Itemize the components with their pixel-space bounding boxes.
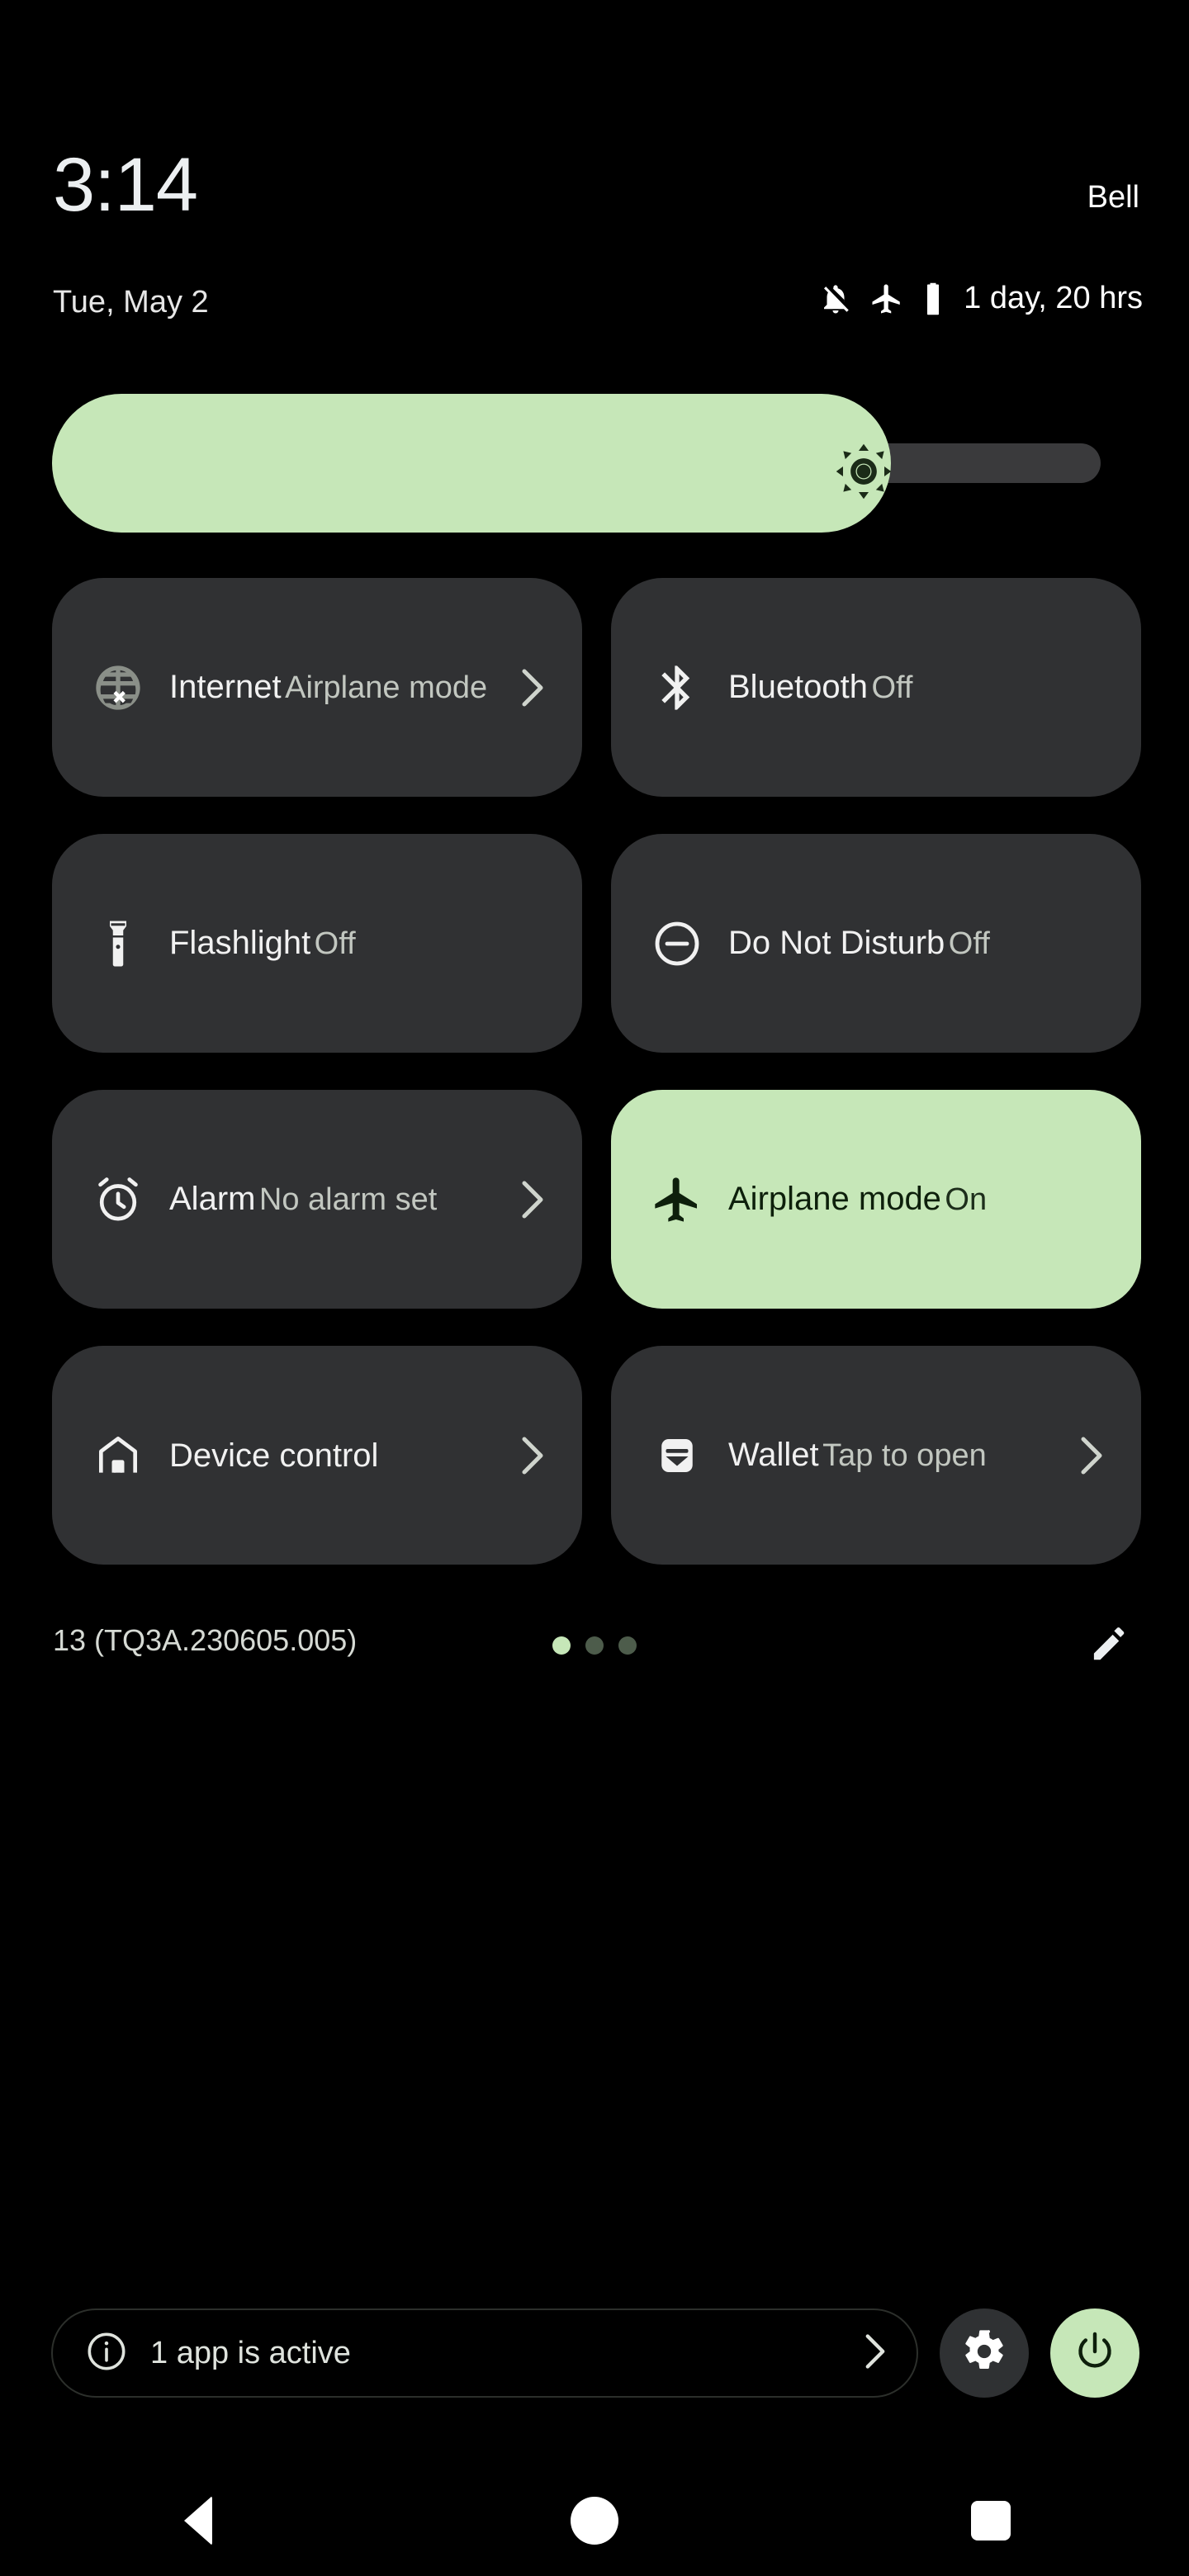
chevron-right-icon[interactable]: [516, 1177, 549, 1223]
settings-button[interactable]: [940, 2308, 1029, 2398]
quick-settings-screen: 3:14 Bell Tue, May 2 1 day, 20 hrs Inter…: [0, 0, 1189, 2576]
brightness-icon: [832, 440, 895, 503]
tile-device-controls-title: Device control: [169, 1437, 379, 1474]
home-icon: [88, 1426, 148, 1485]
alarm-clock-icon: [88, 1170, 148, 1229]
tile-bluetooth[interactable]: Bluetooth Off: [611, 578, 1141, 797]
tile-alarm-subtitle: No alarm set: [258, 1181, 438, 1217]
tile-internet[interactable]: Internet Airplane mode: [52, 578, 582, 797]
active-apps-label: 1 app is active: [150, 2335, 351, 2370]
tile-bluetooth-title: Bluetooth: [728, 668, 869, 705]
brightness-slider[interactable]: [52, 394, 1101, 533]
recents-square-icon: [971, 2501, 1011, 2540]
navigation-bar: [0, 2465, 1189, 2576]
bottom-bar: 1 app is active: [51, 2308, 1139, 2398]
pencil-icon: [1087, 1621, 1132, 1669]
notifications-off-icon: [818, 282, 853, 316]
tile-airplane-mode-text: Airplane mode On: [728, 1180, 1108, 1219]
status-header: 3:14 Bell Tue, May 2 1 day, 20 hrs: [0, 0, 1189, 347]
tile-wallet-text: Wallet Tap to open: [728, 1436, 1068, 1475]
info-icon: [84, 2329, 129, 2378]
tile-bluetooth-text: Bluetooth Off: [728, 668, 1108, 708]
power-icon: [1072, 2328, 1118, 2379]
tile-do-not-disturb[interactable]: Do Not Disturb Off: [611, 834, 1141, 1053]
airplane-icon: [647, 1170, 707, 1229]
chevron-right-icon[interactable]: [516, 1432, 549, 1479]
chevron-right-icon[interactable]: [516, 665, 549, 711]
recents-button[interactable]: [929, 2475, 1053, 2566]
tile-airplane-mode-title: Airplane mode: [728, 1180, 941, 1217]
tile-wallet[interactable]: Wallet Tap to open: [611, 1346, 1141, 1565]
do-not-disturb-icon: [647, 914, 707, 973]
chevron-right-icon[interactable]: [1075, 1432, 1108, 1479]
home-circle-icon: [571, 2497, 618, 2545]
chevron-right-icon[interactable]: [864, 2332, 887, 2375]
tile-internet-title: Internet: [169, 668, 282, 705]
tile-device-controls-text: Device control: [169, 1439, 509, 1472]
tile-do-not-disturb-subtitle: Off: [948, 926, 990, 961]
globe-off-icon: [88, 658, 148, 717]
tile-internet-text: Internet Airplane mode: [169, 668, 509, 708]
tile-alarm-text: Alarm No alarm set: [169, 1180, 509, 1219]
tile-alarm[interactable]: Alarm No alarm set: [52, 1090, 582, 1309]
build-version-label: 13 (TQ3A.230605.005): [53, 1623, 358, 1657]
battery-icon: [921, 282, 945, 316]
page-dot-1[interactable]: [552, 1636, 571, 1655]
status-icon-group: 1 day, 20 hrs: [818, 281, 1143, 316]
tile-wallet-title: Wallet: [728, 1436, 819, 1473]
tile-alarm-title: Alarm: [169, 1180, 256, 1217]
tile-flashlight[interactable]: Flashlight Off: [52, 834, 582, 1053]
flashlight-icon: [88, 914, 148, 973]
home-button[interactable]: [533, 2475, 656, 2566]
tile-airplane-mode[interactable]: Airplane mode On: [611, 1090, 1141, 1309]
active-apps-pill[interactable]: 1 app is active: [51, 2308, 918, 2398]
tile-wallet-subtitle: Tap to open: [822, 1437, 987, 1473]
bluetooth-icon: [647, 658, 707, 717]
clock: 3:14: [53, 143, 198, 227]
carrier-label: Bell: [1087, 180, 1139, 215]
edit-tiles-button[interactable]: [1083, 1618, 1136, 1671]
tile-airplane-mode-subtitle: On: [945, 1181, 988, 1217]
power-button[interactable]: [1050, 2308, 1139, 2398]
back-button[interactable]: [136, 2475, 260, 2566]
tile-flashlight-subtitle: Off: [314, 926, 356, 961]
gear-icon: [961, 2328, 1007, 2379]
tile-bluetooth-subtitle: Off: [871, 670, 913, 705]
tile-internet-subtitle: Airplane mode: [285, 670, 488, 705]
tile-do-not-disturb-title: Do Not Disturb: [728, 924, 945, 961]
airplane-icon: [869, 282, 904, 316]
back-icon: [184, 2496, 212, 2545]
battery-estimate: 1 day, 20 hrs: [964, 281, 1143, 315]
tile-do-not-disturb-text: Do Not Disturb Off: [728, 924, 1108, 964]
brightness-fill[interactable]: [52, 394, 891, 533]
page-dot-2[interactable]: [585, 1636, 604, 1655]
tile-flashlight-text: Flashlight Off: [169, 924, 549, 964]
date-label: Tue, May 2: [53, 285, 209, 320]
tile-device-controls[interactable]: Device control: [52, 1346, 582, 1565]
quick-settings-footer: 13 (TQ3A.230605.005): [53, 1618, 1136, 1676]
page-dot-3[interactable]: [618, 1636, 637, 1655]
page-indicator[interactable]: [552, 1636, 637, 1655]
tile-flashlight-title: Flashlight: [169, 924, 311, 961]
wallet-icon: [647, 1426, 707, 1485]
quick-settings-tile-grid: Internet Airplane mode Bluetooth Off Fla…: [52, 578, 1141, 1565]
